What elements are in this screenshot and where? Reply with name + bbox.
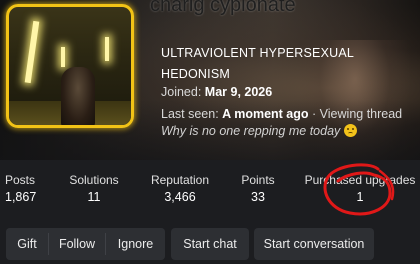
- joined-label: Joined:: [161, 85, 202, 99]
- stat-posts[interactable]: Posts 1,867: [5, 173, 36, 204]
- stat-value: 1: [356, 190, 364, 204]
- stat-label: Solutions: [69, 173, 119, 187]
- last-seen-value: A moment ago: [222, 107, 309, 121]
- separator: ·: [312, 107, 317, 121]
- joined-date: Mar 9, 2026: [204, 85, 273, 99]
- gift-button[interactable]: Gift: [6, 228, 48, 260]
- avatar-light-decoration: [61, 47, 65, 67]
- stats-bar: Posts 1,867 Solutions 11 Reputation 3,46…: [0, 160, 420, 220]
- ignore-button[interactable]: Ignore: [106, 228, 165, 260]
- start-conversation-button[interactable]: Start conversation: [254, 228, 374, 260]
- stat-value: 33: [251, 190, 265, 204]
- stat-value: 3,466: [164, 190, 196, 204]
- stat-purchased-upgrades[interactable]: Purchased upgrades 1: [304, 173, 416, 204]
- last-seen-activity[interactable]: Viewing thread: [320, 107, 402, 121]
- user-title: ULTRAVIOLENT HYPERSEXUAL HEDONISM: [161, 46, 354, 81]
- stat-value: 1,867: [5, 190, 37, 204]
- stat-label: Purchased upgrades: [304, 173, 416, 187]
- status-message: Why is no one repping me today: [161, 124, 358, 138]
- username[interactable]: charig cypionate: [150, 0, 296, 17]
- start-chat-button[interactable]: Start chat: [171, 228, 249, 260]
- avatar-light-decoration: [105, 37, 109, 61]
- stat-label: Reputation: [150, 173, 210, 187]
- avatar-figure: [61, 67, 95, 125]
- status-text: Why is no one repping me today: [161, 124, 341, 138]
- follow-button[interactable]: Follow: [49, 228, 105, 260]
- stat-solutions[interactable]: Solutions 11: [66, 173, 122, 204]
- stat-reputation[interactable]: Reputation 3,466: [148, 173, 212, 204]
- last-seen-info: Last seen: A moment ago · Viewing thread: [161, 107, 402, 121]
- stat-value: 11: [87, 190, 101, 204]
- stat-label: Posts: [5, 173, 36, 187]
- avatar-light-decoration: [24, 20, 40, 84]
- stat-points[interactable]: Points 33: [238, 173, 278, 204]
- avatar[interactable]: [6, 4, 134, 128]
- last-seen-label: Last seen:: [161, 107, 219, 121]
- joined-info: Joined: Mar 9, 2026: [161, 85, 272, 99]
- stat-label: Points: [241, 173, 275, 187]
- sad-face-emoji-icon: [344, 124, 358, 137]
